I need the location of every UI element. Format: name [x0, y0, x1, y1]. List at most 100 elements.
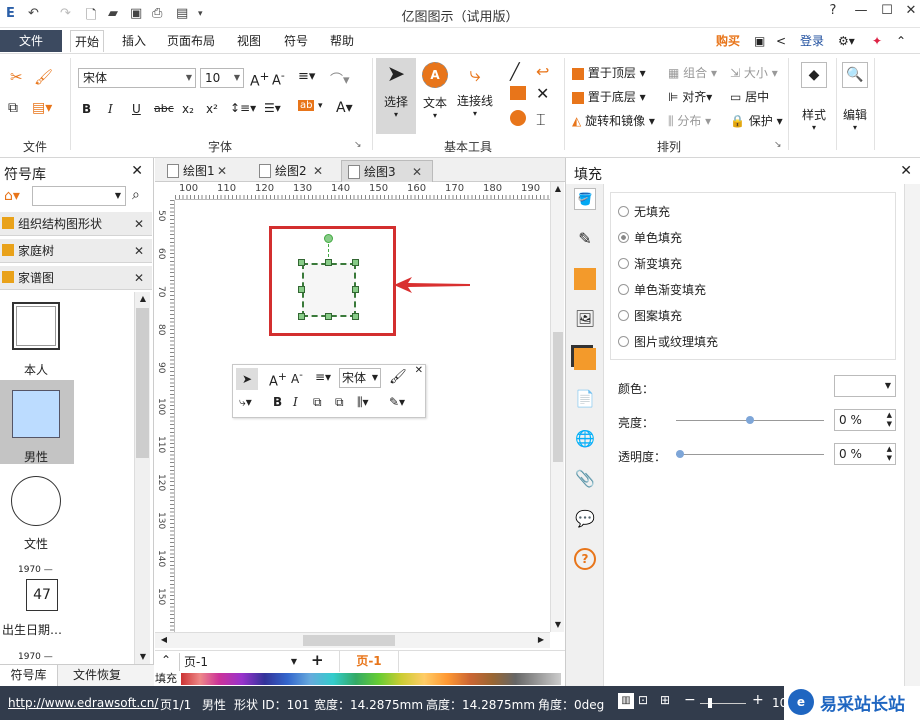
paste-icon[interactable]: ▤▾: [32, 100, 52, 116]
print-icon[interactable]: ⎙: [152, 6, 162, 21]
fill-option-picture[interactable]: 图片或纹理填充: [618, 333, 718, 350]
library-search-input[interactable]: ▼: [32, 186, 126, 206]
library-item[interactable]: 组织结构图形状 ✕: [0, 212, 152, 236]
shape-female[interactable]: [11, 476, 61, 526]
home-icon[interactable]: ⌂▾: [4, 188, 20, 204]
fill-option-gradient[interactable]: 渐变填充: [618, 255, 682, 272]
fit-page-icon[interactable]: ⊡: [638, 693, 648, 707]
brightness-slider-thumb[interactable]: [746, 416, 754, 424]
edit-style-icon[interactable]: ✎▾: [389, 395, 405, 409]
shrink-font-icon[interactable]: A-: [291, 370, 303, 386]
font-name-select[interactable]: 宋体 ▼: [78, 68, 196, 88]
align-text-icon[interactable]: ≡▾: [298, 69, 315, 84]
highlight-color-icon[interactable]: ab: [298, 100, 315, 111]
plugin-icon[interactable]: ✦: [868, 30, 886, 52]
bold-icon[interactable]: B: [273, 395, 282, 409]
format-painter-icon[interactable]: 🖌: [34, 68, 53, 86]
bring-front-icon[interactable]: ⧉: [313, 395, 322, 410]
scroll-thumb[interactable]: [136, 308, 149, 458]
ellipse-tool-icon[interactable]: [510, 110, 526, 126]
tab-symbol-library[interactable]: 符号库: [0, 665, 58, 686]
zoom-slider-thumb[interactable]: [708, 698, 712, 708]
line-spacing-icon[interactable]: ↕≡▾: [230, 101, 256, 115]
brightness-input[interactable]: 0 % ▲ ▼: [834, 409, 896, 431]
cross-tool-icon[interactable]: ✕: [536, 84, 549, 103]
close-tab-icon[interactable]: ✕: [217, 160, 227, 182]
connector-style-icon[interactable]: ⤷▾: [239, 395, 252, 410]
distribute-icon[interactable]: ⫼▾: [357, 395, 369, 410]
italic-icon[interactable]: I: [108, 102, 113, 116]
fit-width-icon[interactable]: ⊞: [660, 693, 670, 707]
close-library-icon[interactable]: ✕: [134, 239, 144, 263]
scroll-down-icon[interactable]: ▼: [135, 650, 151, 664]
image-icon[interactable]: 🖼: [574, 308, 596, 330]
edit-button[interactable]: 🔍 编辑 ▾: [838, 58, 872, 142]
highlight-dropdown-icon[interactable]: ▾: [318, 101, 323, 111]
layer-icon[interactable]: [574, 348, 596, 370]
send-to-back-button[interactable]: 置于底层 ▾: [572, 88, 646, 105]
attachment-icon[interactable]: 📎: [574, 468, 596, 490]
scroll-down-icon[interactable]: ▼: [551, 618, 565, 632]
resize-handle[interactable]: [352, 313, 359, 320]
login-link[interactable]: 登录: [796, 30, 828, 52]
page-select[interactable]: 页-1 ▼: [179, 653, 301, 671]
rotation-handle[interactable]: [324, 234, 333, 243]
transparency-input[interactable]: 0 % ▲ ▼: [834, 443, 896, 465]
close-panel-icon[interactable]: ✕: [131, 163, 143, 179]
document-property-icon[interactable]: 📄: [574, 388, 596, 410]
font-size-select[interactable]: 10 ▼: [200, 68, 244, 88]
shape-male[interactable]: [12, 390, 60, 438]
resize-handle[interactable]: [325, 259, 332, 266]
copy-icon[interactable]: ⧉: [8, 100, 18, 116]
buy-link[interactable]: 购买: [712, 30, 744, 52]
collapse-pages-icon[interactable]: ⌃: [161, 653, 171, 667]
close-tab-icon[interactable]: ✕: [412, 161, 422, 183]
library-item[interactable]: 家庭树 ✕: [0, 239, 152, 263]
website-link[interactable]: http://www.edrawsoft.cn/: [8, 696, 158, 710]
text-tool-button[interactable]: A 文本 ▾: [418, 58, 452, 134]
arrange-dialog-launcher-icon[interactable]: ↘: [774, 140, 782, 150]
color-swatches[interactable]: [181, 673, 561, 685]
style-button[interactable]: ◆ 样式 ▾: [794, 58, 834, 142]
scroll-thumb[interactable]: [553, 332, 563, 462]
protect-button[interactable]: 🔒 保护 ▾: [730, 112, 783, 129]
italic-icon[interactable]: I: [293, 395, 298, 409]
group-button[interactable]: ▦ 组合 ▾: [668, 64, 717, 81]
pointer-tool-icon[interactable]: ➤: [236, 368, 258, 390]
underline-icon[interactable]: U: [132, 102, 141, 116]
zoom-out-icon[interactable]: −: [684, 692, 696, 708]
grow-font-icon[interactable]: A+: [250, 69, 269, 90]
save-icon[interactable]: ▣: [130, 6, 142, 21]
close-library-icon[interactable]: ✕: [134, 266, 144, 290]
cut-icon[interactable]: ✂: [10, 68, 23, 86]
superscript-icon[interactable]: x²: [206, 102, 218, 116]
line-style-icon[interactable]: ✎: [574, 228, 596, 250]
grow-font-icon[interactable]: A+: [269, 370, 287, 389]
strikethrough-icon[interactable]: abc: [154, 102, 174, 115]
zoom-in-icon[interactable]: +: [752, 692, 764, 708]
fill-bucket-icon[interactable]: 🪣: [574, 188, 596, 210]
canvas-vertical-scrollbar[interactable]: ▲ ▼: [550, 182, 564, 632]
library-scrollbar[interactable]: ▲ ▼: [134, 292, 150, 664]
maximize-button[interactable]: ☐: [876, 3, 898, 23]
font-color-icon[interactable]: A▾: [336, 100, 353, 116]
scroll-left-icon[interactable]: ◀: [157, 633, 171, 647]
mini-font-select[interactable]: 宋体 ▼: [339, 368, 381, 388]
resize-handle[interactable]: [352, 259, 359, 266]
shrink-font-icon[interactable]: A-: [272, 69, 285, 88]
scroll-thumb[interactable]: [303, 635, 395, 646]
arc-tool-icon[interactable]: ↩: [536, 62, 549, 81]
canvas-horizontal-scrollbar[interactable]: ◀ ▶: [155, 632, 550, 648]
doc-tab-3[interactable]: 绘图3 ✕: [341, 160, 433, 182]
tab-file-recovery[interactable]: 文件恢复: [62, 665, 132, 686]
fill-option-none[interactable]: 无填充: [618, 203, 670, 220]
line-style-icon[interactable]: ⌒▾: [330, 69, 350, 88]
bullets-icon[interactable]: ☰▾: [264, 101, 281, 115]
transparency-slider-thumb[interactable]: [676, 450, 684, 458]
bold-icon[interactable]: B: [82, 102, 91, 116]
color-picker[interactable]: ▼: [834, 375, 896, 397]
close-library-icon[interactable]: ✕: [134, 212, 144, 236]
crop-tool-icon[interactable]: ⌶: [536, 110, 546, 130]
close-mini-toolbar-icon[interactable]: ✕: [415, 365, 423, 376]
send-back-icon[interactable]: ⧉: [335, 395, 344, 410]
